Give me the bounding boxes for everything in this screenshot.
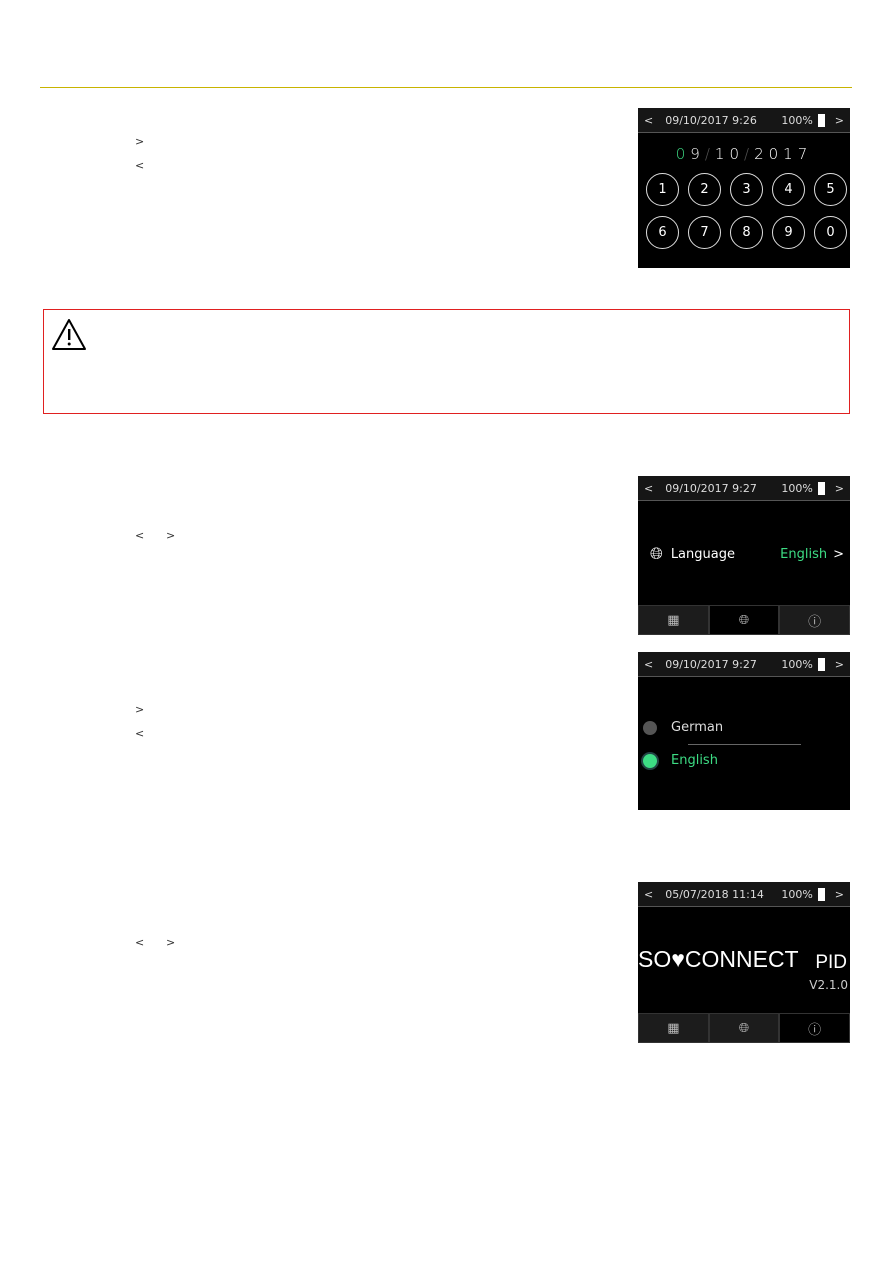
warning-box xyxy=(43,309,850,414)
next-chevron: > xyxy=(135,135,145,148)
prev-chevron: < xyxy=(135,529,145,542)
tab-language[interactable]: 🌐︎ xyxy=(708,1013,780,1043)
key-4[interactable]: 4 xyxy=(772,173,805,206)
option-german[interactable]: German xyxy=(643,720,723,735)
battery-level: 100% xyxy=(781,113,813,127)
prev-icon[interactable]: < xyxy=(644,888,653,901)
product-name: PID xyxy=(815,952,847,973)
date-entry-screen: <09/10/2017 9:26 100% > 09/10/2017 1 2 3 4… xyxy=(638,108,850,268)
divider xyxy=(688,744,801,745)
tab-calendar[interactable]: ▦ xyxy=(638,1013,709,1043)
manual-page: > < < > > < < > <09/10/2017 9:26 100% > 09… xyxy=(0,0,893,1263)
prev-icon[interactable]: < xyxy=(644,114,653,127)
warning-icon xyxy=(52,319,86,350)
battery-icon xyxy=(817,481,825,495)
prev-icon[interactable]: < xyxy=(644,482,653,495)
key-5[interactable]: 5 xyxy=(814,173,847,206)
datetime: 05/07/2018 11:14 xyxy=(665,887,764,901)
prev-chevron: < xyxy=(135,159,145,172)
battery-icon xyxy=(817,657,825,671)
key-8[interactable]: 8 xyxy=(730,216,763,249)
next-chevron: > xyxy=(166,936,176,949)
battery-level: 100% xyxy=(781,657,813,671)
next-icon[interactable]: > xyxy=(835,482,844,495)
datetime: 09/10/2017 9:27 xyxy=(665,481,757,495)
key-0[interactable]: 0 xyxy=(814,216,847,249)
battery-icon xyxy=(817,887,825,901)
tab-language[interactable]: 🌐︎ xyxy=(708,605,780,635)
next-icon[interactable]: > xyxy=(835,658,844,671)
battery-icon xyxy=(817,113,825,127)
tab-info[interactable]: ⓘ xyxy=(779,1013,850,1043)
language-row[interactable]: 🌐︎ Language English > xyxy=(650,544,844,564)
radio-selected[interactable] xyxy=(643,753,657,768)
globe-icon: 🌐︎ xyxy=(738,612,750,628)
key-1[interactable]: 1 xyxy=(646,173,679,206)
datetime: 09/10/2017 9:26 xyxy=(665,113,757,127)
option-english[interactable]: English xyxy=(643,753,718,768)
globe-icon: 🌐︎ xyxy=(650,544,663,563)
prev-chevron: < xyxy=(135,936,145,949)
key-6[interactable]: 6 xyxy=(646,216,679,249)
settings-language-screen: <09/10/2017 9:27 100% > 🌐︎ Language Englis… xyxy=(638,476,850,635)
language-label: Language xyxy=(670,546,735,562)
next-icon[interactable]: > xyxy=(835,114,844,127)
battery-level: 100% xyxy=(781,481,813,495)
key-7[interactable]: 7 xyxy=(688,216,721,249)
chevron-right-icon: > xyxy=(833,546,844,562)
next-icon[interactable]: > xyxy=(835,888,844,901)
header-rule xyxy=(40,87,852,88)
battery-level: 100% xyxy=(781,887,813,901)
radio-unselected[interactable] xyxy=(643,720,657,735)
key-2[interactable]: 2 xyxy=(688,173,721,206)
key-9[interactable]: 9 xyxy=(772,216,805,249)
globe-icon: 🌐︎ xyxy=(738,1020,750,1036)
calendar-icon: ▦ xyxy=(667,1020,680,1036)
info-icon: ⓘ xyxy=(808,1022,822,1038)
prev-chevron: < xyxy=(135,727,145,740)
next-chevron: > xyxy=(166,529,176,542)
date-display: 09/10/2017 xyxy=(675,145,813,163)
info-icon: ⓘ xyxy=(808,614,822,630)
language-value: English xyxy=(780,546,828,562)
tab-info[interactable]: ⓘ xyxy=(779,605,850,635)
key-3[interactable]: 3 xyxy=(730,173,763,206)
brand-logo: SO♥CONNECT xyxy=(638,946,799,972)
datetime: 09/10/2017 9:27 xyxy=(665,657,757,671)
tab-calendar[interactable]: ▦ xyxy=(638,605,709,635)
prev-icon[interactable]: < xyxy=(644,658,653,671)
version: V2.1.0 xyxy=(809,978,848,992)
keypad: 1 2 3 4 5 6 7 8 9 0 xyxy=(646,173,850,249)
next-chevron: > xyxy=(135,703,145,716)
calendar-icon: ▦ xyxy=(667,612,680,628)
language-select-screen: <09/10/2017 9:27 100% > German English xyxy=(638,652,850,810)
info-screen: <05/07/2018 11:14 100% > SO♥CONNECT PID V2… xyxy=(638,882,850,1043)
